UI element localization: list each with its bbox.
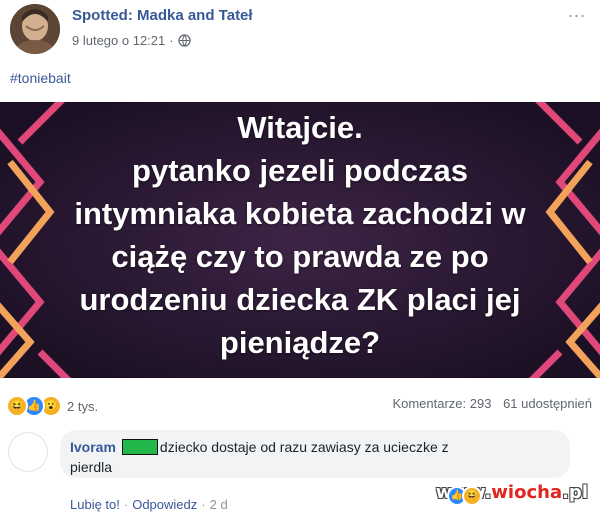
haha-icon: 😆 [462, 486, 482, 506]
reactions-summary[interactable]: 😆 👍 😮 2 tys. [6, 395, 98, 417]
comment-reactions[interactable]: 👍 😆 [447, 486, 482, 506]
post-meta: 9 lutego o 12:21 · [72, 33, 191, 48]
image-text-line: ciążę czy to prawda ze po [111, 239, 489, 274]
page-name-link[interactable]: Spotted: Madka and Tateł [72, 7, 253, 24]
action-separator: · [123, 497, 129, 512]
image-text-line: intymniaka kobieta zachodzi w [74, 196, 526, 231]
comment-author-link[interactable]: Ivoram [70, 439, 116, 455]
image-text: Witajcie. pytanko jezeli podczas intymni… [0, 106, 600, 364]
post-date[interactable]: 9 lutego o 12:21 [72, 33, 165, 48]
comment-reply-link[interactable]: Odpowiedz [132, 497, 197, 512]
image-text-line: pytanko jezeli podczas [132, 153, 468, 188]
shares-count[interactable]: 61 udostępnień [503, 396, 592, 411]
comment-text-line1: dziecko dostaje od razu zawiasy za uciec… [159, 439, 449, 455]
comment-like-link[interactable]: Lubię to! [70, 497, 120, 512]
reaction-count[interactable]: 2 tys. [67, 399, 98, 414]
meta-separator: · [169, 33, 174, 48]
watermark-suffix: .pl [562, 482, 588, 503]
post-header: Spotted: Madka and Tateł 9 lutego o 12:2… [0, 0, 600, 60]
comment-text-line2: pierdla [70, 459, 113, 475]
comments-count[interactable]: Komentarze: 293 [392, 396, 491, 411]
more-options-icon[interactable]: ... [568, 2, 586, 20]
comment-bubble: Ivoram dziecko dostaje od razu zawiasy z… [60, 430, 570, 478]
globe-icon[interactable] [177, 34, 191, 47]
watermark-brand: wiocha [491, 482, 563, 503]
comment: Ivoram dziecko dostaje od razu zawiasy z… [0, 422, 600, 521]
image-text-line: Witajcie. [237, 110, 363, 145]
commenter-avatar[interactable] [8, 432, 48, 472]
comment-time[interactable]: 2 d [210, 497, 228, 512]
image-text-line: urodzeniu dziecka ZK placi jej [79, 282, 521, 317]
redaction-box [121, 439, 158, 455]
action-separator: · [201, 497, 206, 512]
engagement-counts: Komentarze: 293 61 udostępnień [392, 396, 592, 411]
post-stats: 😆 👍 😮 2 tys. Komentarze: 293 61 udostępn… [0, 390, 600, 420]
hashtag-link[interactable]: #toniebait [10, 70, 71, 86]
page-avatar[interactable] [10, 4, 60, 54]
post-image[interactable]: Witajcie. pytanko jezeli podczas intymni… [0, 102, 600, 378]
image-text-line: pieniądze? [219, 325, 381, 360]
haha-icon: 😆 [6, 395, 28, 417]
comment-line: Ivoram dziecko dostaje od razu zawiasy z… [70, 439, 449, 455]
comment-actions: Lubię to! · Odpowiedz · 2 d [70, 497, 228, 512]
